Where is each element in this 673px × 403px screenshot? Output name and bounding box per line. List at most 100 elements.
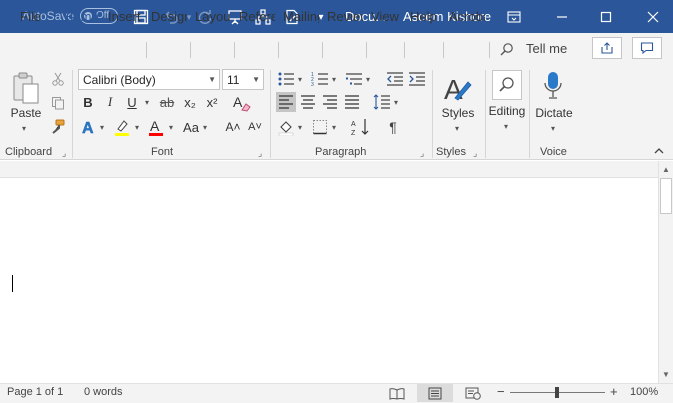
share-button[interactable] — [592, 37, 622, 59]
paste-icon[interactable] — [10, 70, 42, 106]
tab-insert[interactable]: Insert — [108, 9, 144, 24]
search-icon[interactable] — [498, 40, 516, 58]
comments-button[interactable] — [632, 37, 662, 59]
font-color-icon[interactable]: A — [146, 117, 166, 137]
ribbon-display-options-icon[interactable] — [503, 6, 525, 28]
show-formatting-icon[interactable]: ¶ — [384, 117, 402, 137]
borders-dropdown-icon[interactable]: ▾ — [332, 123, 336, 132]
tab-home[interactable]: Home — [64, 9, 100, 24]
align-right-icon[interactable] — [320, 93, 340, 111]
editing-dropdown-icon[interactable]: ▾ — [504, 122, 508, 131]
tab-layout[interactable]: Layout — [195, 9, 231, 24]
shrink-font-button[interactable]: A˅ — [246, 117, 264, 137]
bold-button[interactable]: B — [80, 93, 96, 111]
dictate-dropdown-icon[interactable]: ▾ — [551, 124, 555, 133]
justify-icon[interactable] — [342, 93, 362, 111]
tab-review[interactable]: Review — [327, 9, 363, 24]
paste-label[interactable]: Paste — [10, 106, 42, 120]
grow-font-button[interactable]: A˄ — [224, 117, 242, 137]
decrease-indent-icon[interactable] — [385, 70, 405, 88]
font-name-select[interactable]: Calibri (Body) ▼ — [78, 69, 220, 90]
ribbon-tabs — [0, 33, 673, 64]
microphone-icon[interactable] — [538, 70, 568, 102]
tab-help[interactable]: Help — [410, 9, 437, 24]
voice-group-label: Voice — [540, 146, 567, 158]
format-painter-icon[interactable] — [48, 117, 68, 135]
font-group-label: Font — [151, 146, 174, 158]
highlight-color-icon[interactable] — [112, 117, 132, 137]
subscript-button[interactable]: x₂ — [182, 93, 198, 111]
bullets-dropdown-icon[interactable]: ▾ — [298, 75, 302, 84]
shading-dropdown-icon[interactable]: ▾ — [298, 123, 302, 132]
text-effects-icon[interactable]: A — [80, 117, 98, 137]
borders-icon[interactable] — [310, 117, 330, 137]
scroll-down-icon[interactable]: ▼ — [662, 370, 670, 379]
tab-view[interactable]: View — [371, 9, 399, 24]
styles-dropdown-icon[interactable]: ▾ — [455, 124, 459, 133]
page-count[interactable]: Page 1 of 1 — [7, 386, 63, 398]
tab-divider — [234, 42, 235, 58]
numbering-icon[interactable]: 123 — [310, 70, 330, 88]
print-layout-icon[interactable] — [426, 385, 444, 401]
tab-references[interactable]: References — [239, 9, 275, 24]
styles-launcher-icon[interactable]: ⌟ — [473, 148, 477, 159]
zoom-in-icon[interactable]: + — [610, 384, 618, 399]
italic-button[interactable]: I — [102, 93, 118, 111]
tab-divider — [278, 42, 279, 58]
tab-acrobat[interactable]: Acrobat — [449, 9, 485, 24]
zoom-out-icon[interactable]: − — [497, 384, 505, 399]
numbering-dropdown-icon[interactable]: ▾ — [332, 75, 336, 84]
font-size-select[interactable]: 11 ▼ — [222, 69, 264, 90]
highlight-dropdown-icon[interactable]: ▾ — [135, 123, 139, 132]
chevron-down-icon: ▼ — [208, 75, 216, 84]
increase-indent-icon[interactable] — [407, 70, 427, 88]
clear-formatting-icon[interactable]: A — [231, 93, 253, 113]
shading-icon[interactable] — [276, 117, 296, 137]
tab-mailings[interactable]: Mailings — [283, 9, 319, 24]
scroll-thumb[interactable] — [660, 178, 672, 214]
multilevel-dropdown-icon[interactable]: ▾ — [366, 75, 370, 84]
maximize-icon[interactable] — [595, 6, 617, 28]
underline-button[interactable]: U — [124, 93, 140, 111]
paste-dropdown-icon[interactable]: ▾ — [22, 124, 26, 133]
change-case-dropdown-icon[interactable]: ▾ — [203, 123, 207, 132]
tab-design[interactable]: Design — [151, 9, 187, 24]
collapse-ribbon-icon[interactable] — [652, 144, 666, 158]
word-count[interactable]: 0 words — [84, 386, 123, 398]
editing-search-icon[interactable] — [492, 70, 522, 100]
styles-button-label[interactable]: Styles — [439, 106, 477, 120]
align-center-icon[interactable] — [298, 93, 318, 111]
tab-file[interactable]: File — [20, 9, 41, 24]
align-left-icon[interactable] — [276, 93, 296, 111]
bullets-icon[interactable] — [276, 70, 296, 88]
zoom-slider-thumb[interactable] — [555, 387, 559, 398]
copy-icon[interactable] — [49, 94, 67, 112]
text-effects-dropdown-icon[interactable]: ▾ — [100, 123, 104, 132]
cut-icon[interactable] — [49, 70, 67, 88]
close-icon[interactable] — [642, 6, 664, 28]
tell-me-input[interactable]: Tell me — [526, 41, 567, 56]
tab-divider — [443, 42, 444, 58]
clipboard-launcher-icon[interactable]: ⌟ — [62, 148, 66, 159]
multilevel-list-icon[interactable] — [344, 70, 364, 88]
line-spacing-dropdown-icon[interactable]: ▾ — [394, 98, 398, 107]
document-canvas[interactable] — [0, 161, 658, 383]
read-mode-icon[interactable] — [388, 385, 406, 401]
paragraph-launcher-icon[interactable]: ⌟ — [420, 148, 424, 159]
web-layout-icon[interactable] — [464, 385, 482, 401]
underline-dropdown-icon[interactable]: ▾ — [145, 98, 149, 107]
zoom-level[interactable]: 100% — [630, 386, 658, 398]
dictate-button-label[interactable]: Dictate — [533, 106, 575, 120]
font-launcher-icon[interactable]: ⌟ — [258, 148, 262, 159]
minimize-icon[interactable] — [551, 6, 573, 28]
tab-divider — [489, 42, 490, 58]
styles-icon[interactable]: A — [440, 71, 474, 105]
line-spacing-icon[interactable] — [372, 93, 392, 111]
sort-icon[interactable]: AZ — [350, 117, 372, 137]
editing-button-label[interactable]: Editing — [486, 104, 528, 118]
change-case-button[interactable]: Aa — [180, 117, 202, 137]
strikethrough-button[interactable]: ab — [157, 93, 177, 111]
superscript-button[interactable]: x² — [204, 93, 220, 111]
font-color-dropdown-icon[interactable]: ▾ — [169, 123, 173, 132]
scroll-up-icon[interactable]: ▲ — [662, 165, 670, 174]
